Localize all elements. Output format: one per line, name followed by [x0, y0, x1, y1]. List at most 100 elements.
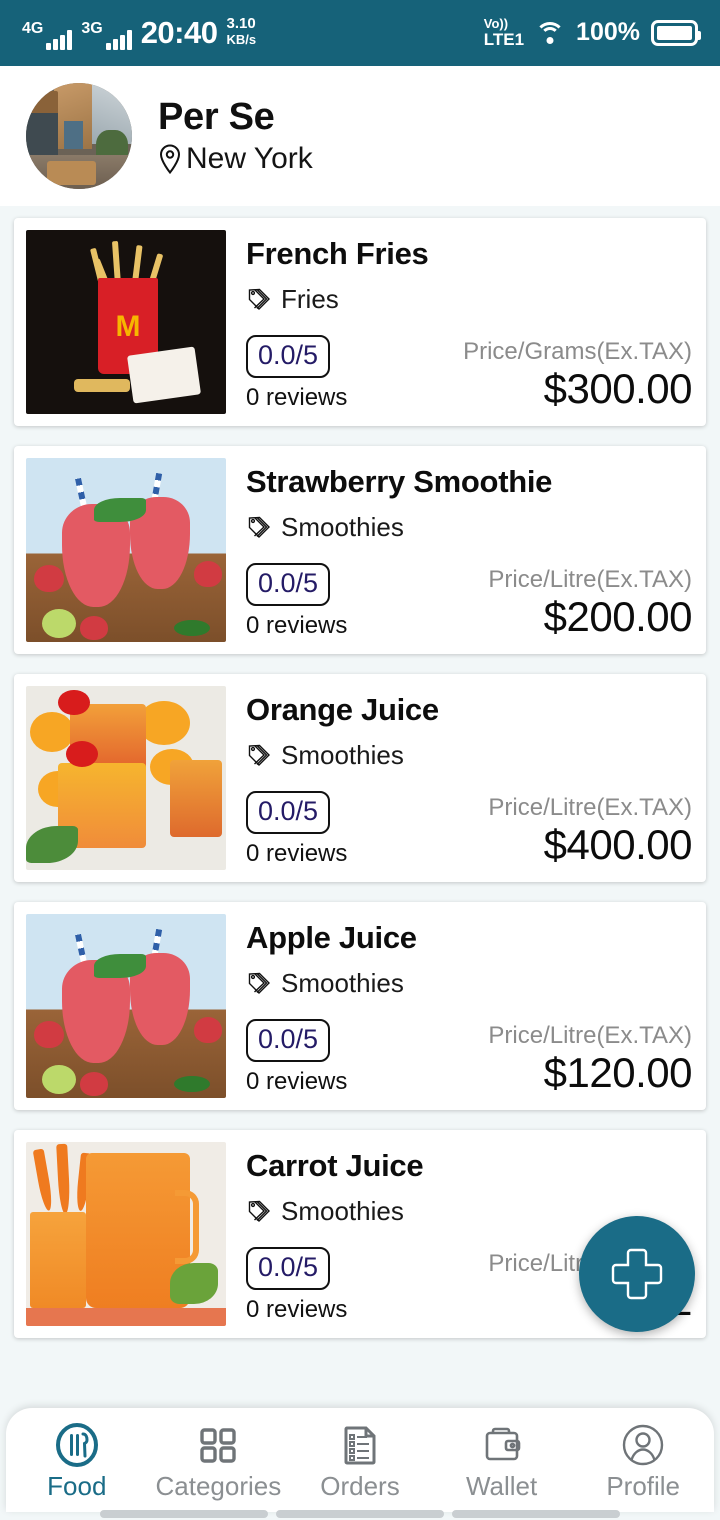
apple-juice-photo [26, 914, 226, 1098]
restaurant-info: Per Se New York [158, 95, 313, 176]
item-rating-block: 0.0/5 0 reviews [246, 790, 348, 868]
tags-icon [248, 288, 270, 310]
item-category-label: Smoothies [281, 740, 404, 770]
nav-label-food: Food [47, 1471, 107, 1501]
item-info: Orange Juice Smoothies 0.0/5 0 reviews P… [226, 686, 694, 870]
strawberry-smoothie-photo [26, 458, 226, 642]
carrot-juice-photo [26, 1142, 226, 1326]
status-badge[interactable]: 0.0/5 [246, 334, 331, 378]
status-badge[interactable]: 0.0/5 [246, 562, 331, 606]
item-category-label: Smoothies [281, 512, 404, 542]
network-speed: 3.10 KB/s [226, 16, 256, 46]
orange-juice-photo [26, 686, 226, 870]
list-item[interactable]: Apple Juice Smoothies 0.0/5 0 reviews Pr… [14, 902, 706, 1110]
network-4g-label: 4G [22, 19, 44, 37]
item-category-label: Smoothies [281, 1196, 404, 1226]
item-price-block: Price/Litre(Ex.TAX) $120.00 [488, 1022, 694, 1096]
item-category: Fries [246, 284, 694, 315]
item-reviews-label: 0 reviews [246, 384, 348, 411]
nav-label-orders: Orders [320, 1471, 400, 1501]
food-plate-icon [54, 1421, 100, 1469]
gesture-bar [0, 1510, 720, 1520]
item-price-value: $400.00 [543, 820, 693, 868]
item-category: Smoothies [246, 512, 694, 543]
item-name: Orange Juice [246, 692, 439, 727]
french-fries-photo [26, 230, 226, 414]
item-rating-block: 0.0/5 0 reviews [246, 1246, 348, 1324]
item-rating-block: 0.0/5 0 reviews [246, 334, 348, 412]
restaurant-location: New York [158, 142, 313, 175]
signal-bars-icon [46, 28, 73, 50]
item-name: French Fries [246, 236, 429, 271]
list-item[interactable]: Strawberry Smoothie Smoothies 0.0/5 0 re… [14, 446, 706, 654]
battery-full-icon [651, 19, 701, 46]
volte-indicator: Vo)) LTE1 [484, 17, 524, 48]
signal-bars-icon [105, 28, 132, 50]
page-title: Per Se [158, 95, 275, 138]
volte-top-label: Vo)) [483, 16, 509, 32]
nav-item-food[interactable]: Food [6, 1421, 148, 1499]
item-price-label: Price/Grams(Ex.TAX) [463, 337, 692, 365]
item-category: Smoothies [246, 740, 694, 771]
item-reviews-label: 0 reviews [246, 1068, 348, 1095]
item-category: Smoothies [246, 968, 694, 999]
wifi-icon [535, 21, 566, 45]
bottom-navigation: Food Categories Orders Wallet Profile [0, 1408, 720, 1520]
battery-percent-label: 100% [576, 18, 640, 47]
nav-item-orders[interactable]: Orders [289, 1421, 431, 1499]
add-item-button[interactable] [579, 1216, 695, 1332]
item-price-block: Price/Grams(Ex.TAX) $300.00 [463, 338, 694, 412]
item-reviews-label: 0 reviews [246, 840, 348, 867]
network-speed-unit: KB/s [226, 31, 257, 47]
tags-icon [248, 972, 270, 994]
item-price-label: Price/Litre(Ex.TAX) [488, 793, 692, 821]
list-item[interactable]: Orange Juice Smoothies 0.0/5 0 reviews P… [14, 674, 706, 882]
item-bottom-row: 0.0/5 0 reviews Price/Litre(Ex.TAX) $120… [246, 1018, 694, 1096]
signal-4g: 4G [22, 19, 73, 50]
wallet-icon [479, 1421, 525, 1469]
nav-label-wallet: Wallet [465, 1471, 538, 1501]
item-info: Strawberry Smoothie Smoothies 0.0/5 0 re… [226, 458, 694, 642]
item-info: Apple Juice Smoothies 0.0/5 0 reviews Pr… [226, 914, 694, 1098]
list-item[interactable]: French Fries Fries 0.0/5 [14, 218, 706, 426]
item-price-block: Price/Litre(Ex.TAX) $200.00 [488, 566, 694, 640]
item-price-label: Price/Litre(Ex.TAX) [488, 1021, 692, 1049]
status-badge[interactable]: 0.0/5 [246, 1246, 331, 1290]
item-price-block: Price/Litre(Ex.TAX) $400.00 [488, 794, 694, 868]
item-rating-block: 0.0/5 0 reviews [246, 1018, 348, 1096]
tags-icon [248, 1200, 270, 1222]
status-bar: 4G 3G 20:40 3.10 KB/s Vo)) LTE1 100% [0, 0, 720, 66]
item-rating-block: 0.0/5 0 reviews [246, 562, 348, 640]
status-badge[interactable]: 0.0/5 [246, 1018, 331, 1062]
app-screen: 4G 3G 20:40 3.10 KB/s Vo)) LTE1 100% Per… [0, 0, 720, 1520]
item-price-value: $300.00 [543, 364, 693, 412]
item-info: French Fries Fries 0.0/5 0 reviews Price… [226, 230, 694, 414]
item-bottom-row: 0.0/5 0 reviews Price/Litre(Ex.TAX) $400… [246, 790, 694, 868]
avatar[interactable] [26, 83, 132, 189]
grid-squares-icon [195, 1421, 241, 1469]
item-price-value: $200.00 [543, 592, 693, 640]
item-category-label: Smoothies [281, 968, 404, 998]
item-bottom-row: 0.0/5 0 reviews Price/Litre(Ex.TAX) $200… [246, 562, 694, 640]
status-badge[interactable]: 0.0/5 [246, 790, 331, 834]
nav-label-profile: Profile [606, 1471, 681, 1501]
network-speed-value: 3.10 [226, 15, 256, 33]
item-reviews-label: 0 reviews [246, 1296, 348, 1323]
item-reviews-label: 0 reviews [246, 612, 348, 639]
signal-3g: 3G [81, 19, 132, 50]
item-price-label: Price/Litre(Ex.TAX) [488, 565, 692, 593]
status-bar-clock: 20:40 [140, 14, 218, 50]
nav-item-categories[interactable]: Categories [148, 1421, 290, 1499]
item-bottom-row: 0.0/5 0 reviews Price/Grams(Ex.TAX) $300… [246, 334, 694, 412]
item-name: Carrot Juice [246, 1148, 424, 1183]
nav-item-wallet[interactable]: Wallet [431, 1421, 573, 1499]
volte-bottom-label: LTE1 [483, 29, 525, 49]
nav-item-profile[interactable]: Profile [572, 1421, 714, 1499]
item-name: Apple Juice [246, 920, 417, 955]
item-category-label: Fries [281, 284, 339, 314]
tags-icon [248, 516, 270, 538]
tags-icon [248, 744, 270, 766]
nav-label-categories: Categories [155, 1471, 282, 1501]
checklist-document-icon [337, 1421, 383, 1469]
network-3g-label: 3G [81, 19, 103, 37]
